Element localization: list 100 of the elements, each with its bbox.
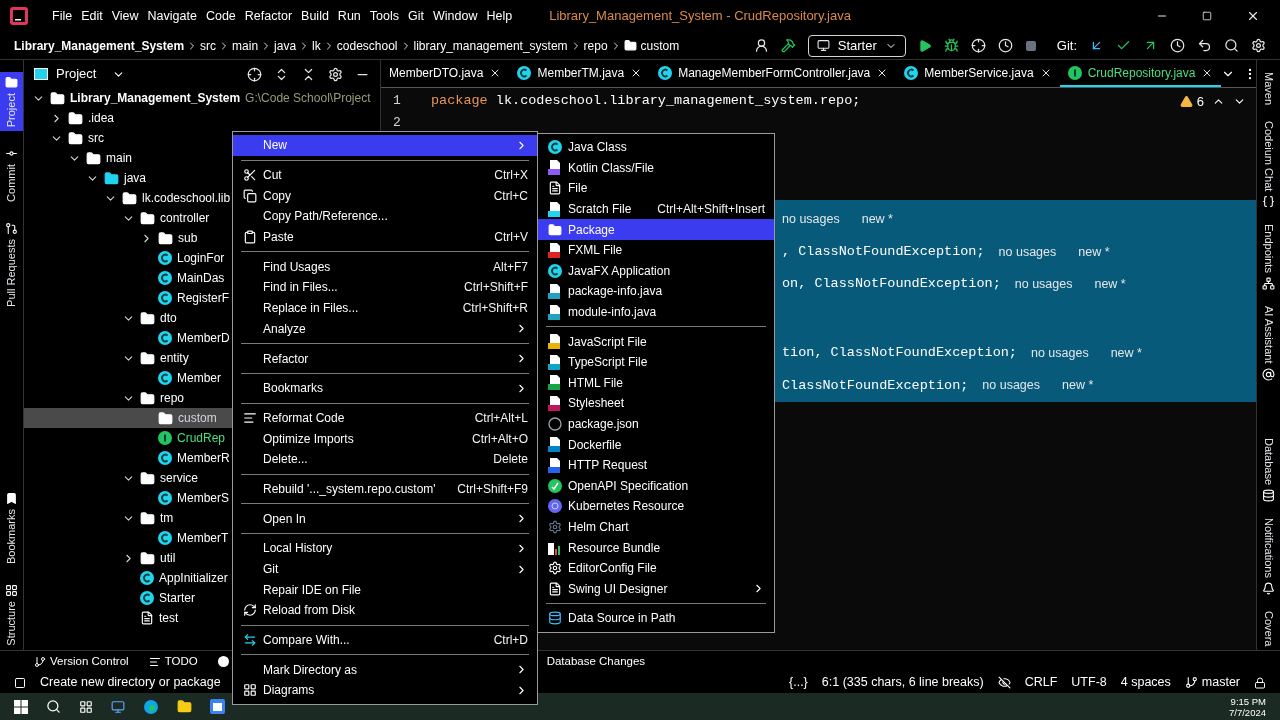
menu-bar-item[interactable]: Code <box>205 6 236 26</box>
breadcrumb[interactable]: java <box>274 36 297 55</box>
menu-item[interactable]: Delete... Delete <box>233 448 537 470</box>
menu-item[interactable]: Find in Files... Ctrl+Shift+F <box>233 277 537 298</box>
debug-icon[interactable] <box>943 38 959 53</box>
close-icon[interactable] <box>1246 9 1260 23</box>
menu-item[interactable]: Helm Chart <box>538 516 774 538</box>
breadcrumb[interactable]: library_management_system <box>413 36 568 55</box>
menu-item[interactable]: OpenAPI Specification <box>538 475 774 497</box>
tree-item[interactable]: Library_Management_System G:\Code School\Project <box>24 88 380 108</box>
menu-item[interactable]: File <box>538 178 774 199</box>
branch-widget[interactable]: master <box>1184 673 1240 692</box>
editor-tab[interactable]: ManageMemberFormController.java <box>650 60 897 87</box>
lock-icon[interactable] <box>1254 676 1266 689</box>
menu-item[interactable]: Reload from Disk <box>233 600 537 621</box>
tool-window-tab[interactable]: Codeium Chat <box>1257 117 1280 213</box>
tool-window-button[interactable]: Version Control <box>34 652 129 671</box>
status-item[interactable]: 4 spaces <box>1120 673 1171 692</box>
tool-window-tab[interactable]: Notifications <box>1257 513 1280 599</box>
menu-item[interactable]: EditorConfig File <box>538 557 774 579</box>
history-icon[interactable] <box>1170 38 1185 53</box>
menu-item[interactable]: HTML File <box>538 372 774 394</box>
eye-off-icon[interactable] <box>997 676 1011 689</box>
breadcrumb[interactable]: src <box>200 36 217 55</box>
editor-tab[interactable]: MemberDTO.java <box>381 60 510 87</box>
menu-item[interactable]: Swing UI Designer <box>538 578 774 600</box>
tool-window-tab[interactable]: Covera <box>1257 606 1280 650</box>
tool-window-tab[interactable]: AI Assistant <box>1257 302 1280 385</box>
tool-window-tab[interactable]: Bookmarks <box>0 488 23 569</box>
search-icon[interactable] <box>46 699 61 714</box>
menu-item[interactable]: Mark Directory as <box>233 659 537 681</box>
menu-bar-item[interactable]: Window <box>432 6 478 26</box>
menu-item[interactable]: Scratch File Ctrl+Alt+Shift+Insert <box>538 198 774 220</box>
panel-toggle-icon[interactable] <box>14 676 26 689</box>
windows-start-icon[interactable] <box>14 699 28 714</box>
status-item[interactable]: 6:1 (335 chars, 6 line breaks) <box>821 673 984 692</box>
user-icon[interactable] <box>753 38 769 53</box>
tool-window-button[interactable]: TODO <box>148 652 198 671</box>
stop-icon[interactable] <box>1024 39 1037 52</box>
warning-icon[interactable] <box>1179 95 1193 109</box>
settings-icon[interactable] <box>1251 38 1266 53</box>
rollback-icon[interactable] <box>1197 38 1212 53</box>
tree-item[interactable]: .idea <box>24 108 380 128</box>
menu-item[interactable]: Kubernetes Resource <box>538 496 774 517</box>
menu-item[interactable]: JavaFX Application <box>538 260 774 282</box>
menu-item[interactable]: Copy Ctrl+C <box>233 185 537 207</box>
search-icon[interactable] <box>1224 38 1239 53</box>
tool-window-tab[interactable]: Structure <box>0 580 23 650</box>
tool-window-tab[interactable]: Project <box>0 72 23 132</box>
settings-icon[interactable] <box>328 66 343 82</box>
menu-bar-item[interactable]: File <box>52 6 73 26</box>
menu-item[interactable]: Copy Path/Reference... <box>233 206 537 227</box>
restore-icon[interactable] <box>1202 11 1212 21</box>
menu-item[interactable]: Analyze <box>233 318 537 340</box>
menu-item[interactable]: Repair IDE on File <box>233 579 537 601</box>
run-config-dropdown[interactable]: Starter <box>807 34 906 57</box>
menu-item[interactable]: Stylesheet <box>538 393 774 414</box>
hammer-icon[interactable] <box>780 38 796 53</box>
menu-bar-item[interactable]: Git <box>408 6 424 26</box>
breadcrumb[interactable]: custom <box>640 36 680 55</box>
menu-item[interactable]: module-info.java <box>538 301 774 323</box>
breadcrumb[interactable]: main <box>232 36 259 55</box>
menu-item[interactable]: Open In <box>233 508 537 529</box>
menu-bar-item[interactable]: Run <box>337 6 361 26</box>
menu-item[interactable]: Replace in Files... Ctrl+Shift+R <box>233 297 537 319</box>
menu-item[interactable]: Dockerfile <box>538 434 774 455</box>
menu-item[interactable]: Optimize Imports Ctrl+Alt+O <box>233 428 537 449</box>
menu-bar-item[interactable]: Tools <box>369 6 399 26</box>
menu-item[interactable]: New <box>233 135 537 156</box>
editor-tab[interactable]: MemberTM.java <box>509 60 651 87</box>
menu-item[interactable]: HTTP Request <box>538 454 774 476</box>
menu-item[interactable]: Package <box>538 219 774 240</box>
tool-window-tab[interactable]: Endpoints <box>1257 220 1280 295</box>
tool-window-button[interactable]: Database Changes <box>546 652 646 671</box>
run-icon[interactable] <box>917 38 932 53</box>
menu-bar-item[interactable]: Refactor <box>244 6 293 26</box>
editor-tab[interactable]: MemberService.java <box>896 60 1060 87</box>
status-item[interactable]: UTF-8 <box>1071 673 1107 692</box>
breadcrumb[interactable]: repo <box>583 36 608 55</box>
menu-item[interactable]: Bookmarks <box>233 377 537 399</box>
menu-item[interactable]: TypeScript File <box>538 351 774 373</box>
tool-window-tab[interactable]: Commit <box>0 143 23 207</box>
menu-item[interactable]: package.json <box>538 413 774 435</box>
menu-item[interactable]: Refactor <box>233 348 537 369</box>
status-item[interactable]: {...} <box>789 673 808 692</box>
tool-window-tab[interactable]: Maven <box>1257 68 1280 110</box>
breadcrumb[interactable]: codeschool <box>336 36 398 55</box>
monitor-icon[interactable] <box>111 699 125 714</box>
menu-item[interactable]: Local History <box>233 538 537 559</box>
menu-item[interactable]: Java Class <box>538 137 774 158</box>
menu-item[interactable]: Diagrams <box>233 680 537 701</box>
menu-item[interactable]: Kotlin Class/File <box>538 157 774 179</box>
menu-item[interactable]: Git <box>233 558 537 580</box>
menu-bar-item[interactable]: Edit <box>81 6 103 26</box>
menu-bar-item[interactable]: View <box>111 6 139 26</box>
tool-window-tab[interactable]: Pull Requests <box>0 218 23 311</box>
breadcrumb[interactable]: lk <box>312 36 321 55</box>
menu-item[interactable]: Data Source in Path <box>538 608 774 629</box>
menu-item[interactable]: Rebuild '..._system.repo.custom' Ctrl+Shift+F9 <box>233 478 537 500</box>
menu-item[interactable]: Paste Ctrl+V <box>233 226 537 248</box>
